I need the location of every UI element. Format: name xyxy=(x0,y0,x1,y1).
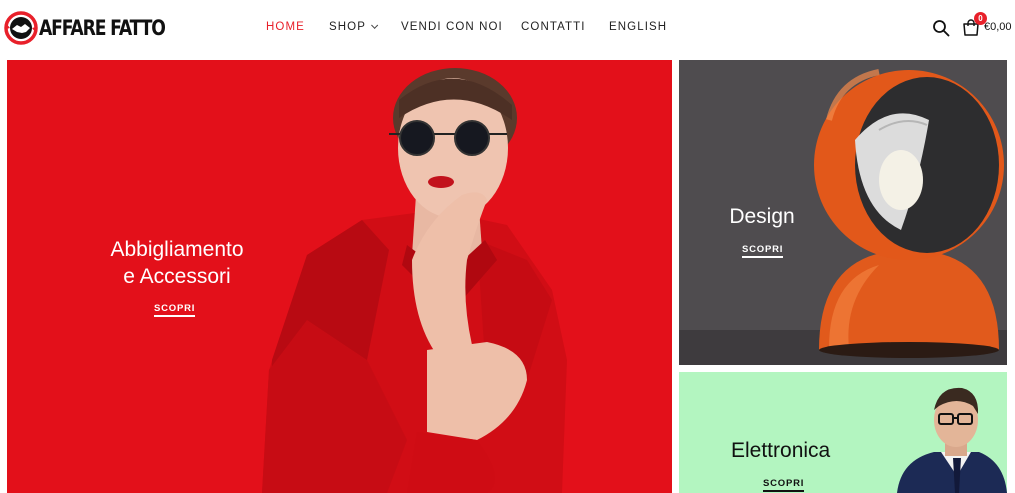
banner-title: Abbigliamento e Accessori xyxy=(102,236,252,290)
banner-title-line-1: Abbigliamento xyxy=(110,238,244,261)
banner-title: Elettronica xyxy=(731,439,831,462)
search-icon[interactable] xyxy=(932,19,950,37)
nav-item-vendi-con-noi[interactable]: VENDI CON NOI xyxy=(401,21,503,33)
nav-item-english[interactable]: ENGLISH xyxy=(609,21,667,33)
cart-total: €0,00 xyxy=(984,21,1012,33)
scopri-link[interactable]: SCOPRI xyxy=(763,478,805,492)
chevron-down-icon xyxy=(371,21,379,29)
banner-design[interactable]: Design SCOPRI xyxy=(679,60,1007,365)
brand-name: AFFARE FATTO xyxy=(39,16,166,40)
banner-elettronica[interactable]: Elettronica SCOPRI xyxy=(679,372,1007,493)
nav-item-home[interactable]: HOME xyxy=(266,21,305,33)
nav-item-shop[interactable]: SHOP xyxy=(329,21,379,33)
site-header: AFFARE FATTO HOME SHOP VENDI CON NOI CON… xyxy=(0,0,1015,58)
handshake-logo-icon xyxy=(4,11,38,45)
nav-item-contatti[interactable]: CONTATTI xyxy=(521,21,586,33)
brand-logo[interactable]: AFFARE FATTO xyxy=(4,10,192,46)
banner-abbigliamento[interactable]: Abbigliamento e Accessori SCOPRI xyxy=(7,60,672,493)
scopri-link[interactable]: SCOPRI xyxy=(742,244,784,258)
banner-title: Design xyxy=(729,205,795,228)
scopri-link[interactable]: SCOPRI xyxy=(154,303,196,317)
nav-item-shop-label: SHOP xyxy=(329,21,366,33)
banner-title-line-2: e Accessori xyxy=(123,265,231,288)
man-with-glasses-image xyxy=(897,387,1007,493)
